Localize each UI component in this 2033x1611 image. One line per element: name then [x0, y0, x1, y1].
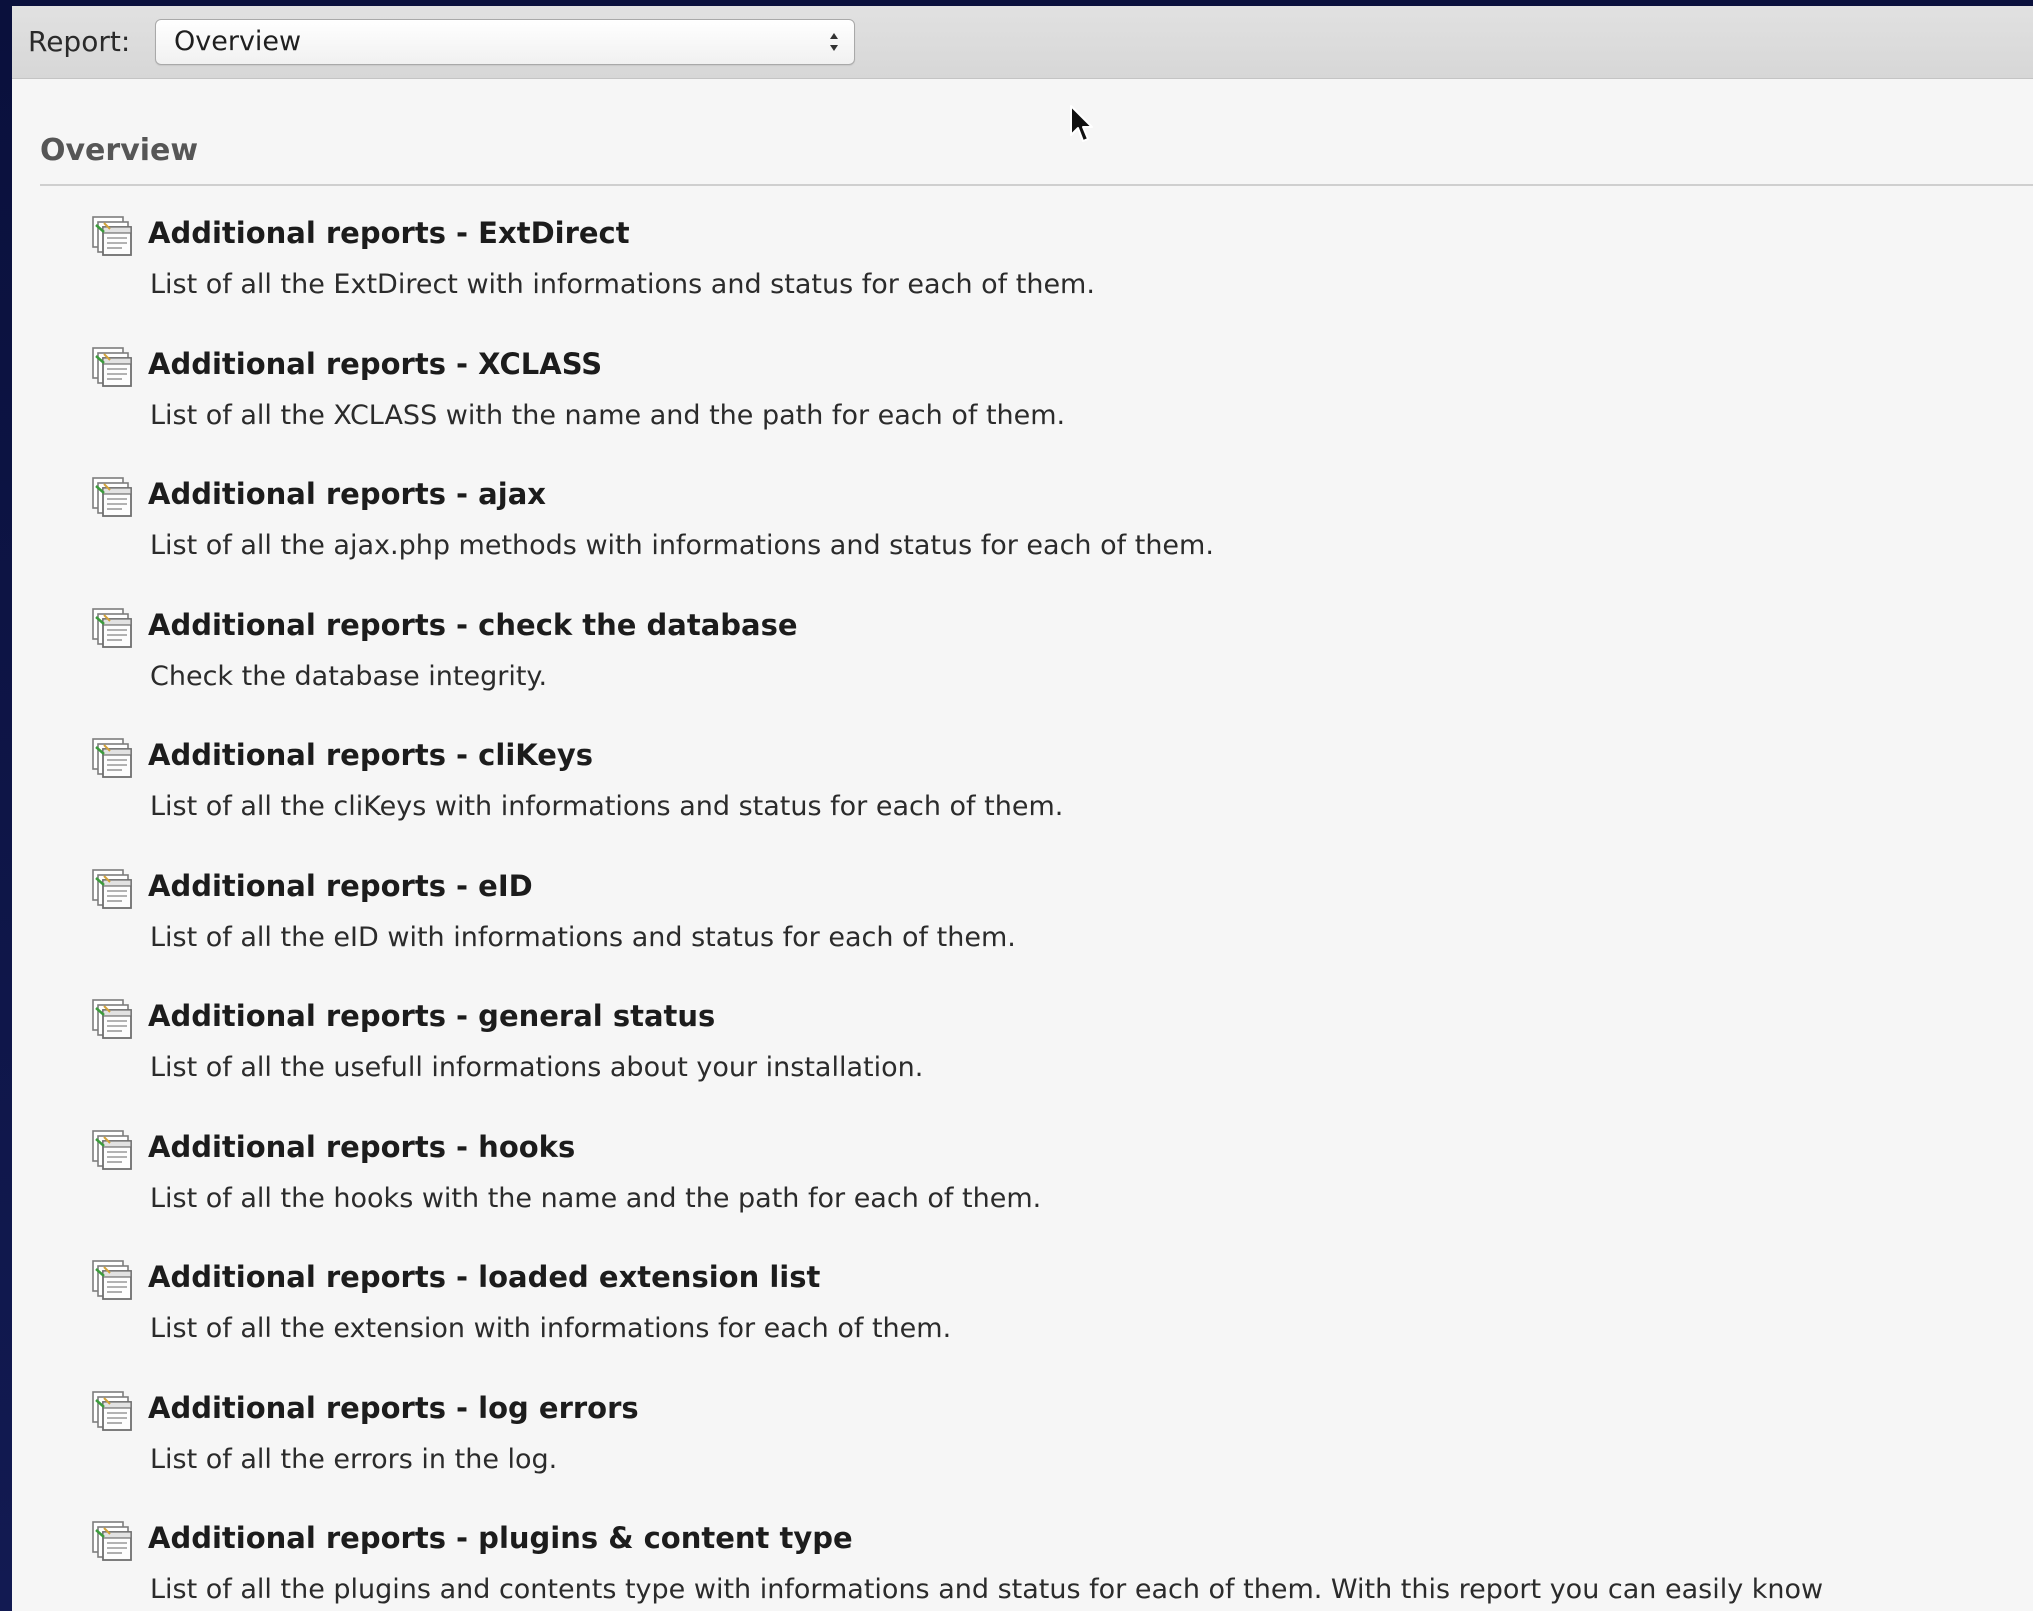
report-item[interactable]: Additional reports - ExtDirect List of al…	[90, 214, 2033, 314]
report-icon	[92, 738, 132, 778]
report-title[interactable]: Additional reports - hooks	[148, 1130, 575, 1164]
report-description: List of all the ajax.php methods with in…	[150, 530, 1214, 561]
report-description: List of all the ExtDirect with informati…	[150, 269, 1095, 300]
report-icon	[92, 868, 132, 909]
report-item[interactable]: Additional reports - eID List of all the …	[90, 867, 2033, 967]
report-description: List of all the usefull informations abo…	[150, 1052, 924, 1083]
report-icon	[92, 216, 132, 256]
report-item[interactable]: Additional reports - plugins & content t…	[90, 1519, 2033, 1611]
report-title[interactable]: Additional reports - plugins & content t…	[148, 1521, 853, 1555]
report-description: List of all the errors in the log.	[150, 1443, 558, 1475]
report-item[interactable]: Additional reports - general status List …	[90, 997, 2033, 1097]
reports-panel: Report: Overview Overview Additional rep…	[12, 6, 2033, 1611]
report-title[interactable]: Additional reports - loaded extension li…	[148, 1260, 820, 1294]
report-icon	[92, 477, 132, 517]
report-title[interactable]: Additional reports - check the database	[148, 608, 798, 642]
report-list: Additional reports - ExtDirect List of al…	[12, 6, 2033, 1611]
report-title[interactable]: Additional reports - log errors	[148, 1391, 639, 1425]
report-item[interactable]: Additional reports - XCLASS List of all t…	[90, 345, 2033, 445]
report-description: List of all the extension with informati…	[150, 1313, 952, 1344]
report-title[interactable]: Additional reports - general status	[148, 999, 715, 1033]
report-icon	[92, 999, 132, 1039]
report-title[interactable]: Additional reports - ajax	[148, 477, 546, 511]
report-description: List of all the cliKeys with information…	[150, 791, 1064, 822]
report-icon	[92, 1129, 132, 1170]
report-icon	[92, 1260, 132, 1300]
report-title[interactable]: Additional reports - eID	[148, 869, 533, 903]
report-description: Check the database integrity.	[150, 660, 548, 692]
report-item[interactable]: Additional reports - log errors List of a…	[90, 1389, 2033, 1489]
report-item[interactable]: Additional reports - ajax List of all the…	[90, 475, 2033, 575]
report-item[interactable]: Additional reports - check the database C…	[90, 606, 2033, 706]
report-item[interactable]: Additional reports - hooks List of all th…	[90, 1128, 2033, 1228]
report-description: List of all the eID with informations an…	[150, 921, 1016, 953]
report-icon	[92, 607, 132, 648]
report-description: List of all the hooks with the name and …	[150, 1182, 1042, 1214]
report-icon	[92, 1521, 132, 1561]
report-description: List of all the plugins and contents typ…	[150, 1574, 1824, 1605]
report-icon	[92, 346, 132, 387]
mouse-pointer-icon	[1070, 105, 1093, 142]
report-description: List of all the XCLASS with the name and…	[150, 399, 1066, 431]
report-item[interactable]: Additional reports - loaded extension li…	[90, 1258, 2033, 1358]
report-icon	[92, 1390, 132, 1431]
report-title[interactable]: Additional reports - cliKeys	[148, 738, 593, 772]
report-title[interactable]: Additional reports - ExtDirect	[148, 216, 630, 250]
screen-background: Report: Overview Overview Additional rep…	[0, 0, 2033, 1611]
report-item[interactable]: Additional reports - cliKeys List of all …	[90, 736, 2033, 836]
report-title[interactable]: Additional reports - XCLASS	[148, 347, 602, 381]
